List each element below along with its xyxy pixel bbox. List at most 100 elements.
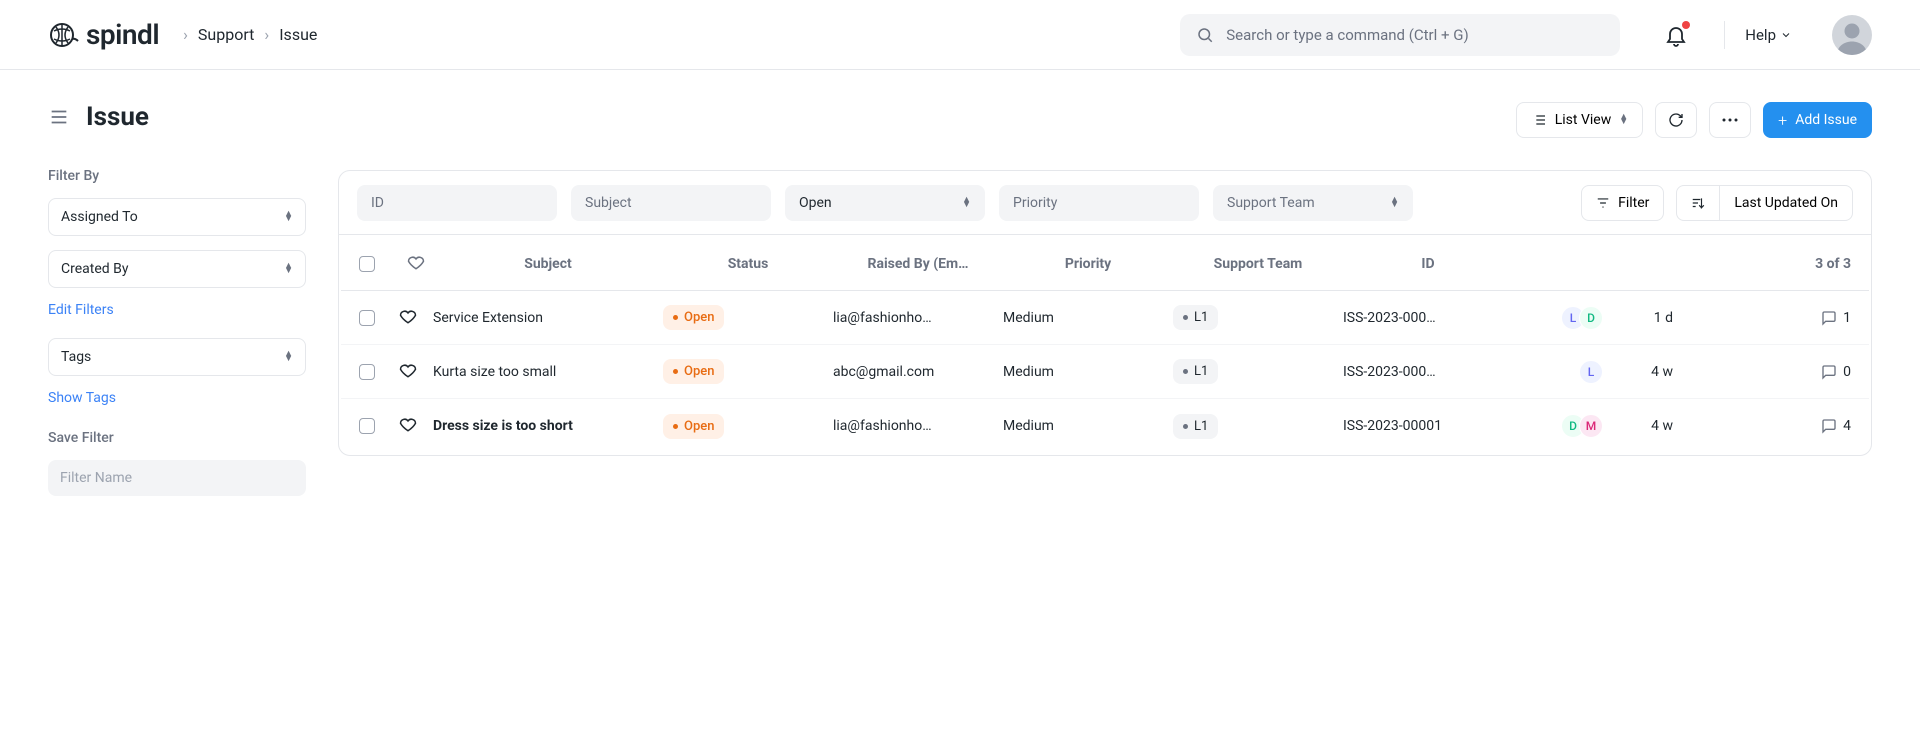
filter-status[interactable]: Open▲▼ xyxy=(785,185,985,221)
sort-arrows-icon: ▲▼ xyxy=(284,352,293,362)
table-row[interactable]: Service Extension Open lia@fashionho… Me… xyxy=(341,291,1869,345)
heart-icon[interactable] xyxy=(399,361,417,379)
filter-team[interactable]: Support Team▲▼ xyxy=(1213,185,1413,221)
cell-id: ISS-2023-000… xyxy=(1343,364,1513,380)
filter-button[interactable]: Filter xyxy=(1581,185,1664,221)
filter-priority[interactable]: Priority xyxy=(999,185,1199,221)
notifications-button[interactable] xyxy=(1664,23,1688,47)
heart-icon[interactable] xyxy=(407,253,425,271)
comment-count: 1 xyxy=(1843,310,1851,326)
breadcrumb-issue[interactable]: Issue xyxy=(279,25,317,44)
logo[interactable]: spindl xyxy=(48,18,159,51)
cell-comments[interactable]: 4 xyxy=(1673,418,1851,434)
heart-icon[interactable] xyxy=(399,307,417,325)
breadcrumb: › Support › Issue xyxy=(183,25,317,44)
row-checkbox[interactable] xyxy=(359,418,375,434)
yarn-icon xyxy=(48,19,80,51)
comment-icon xyxy=(1821,310,1837,326)
edit-filters-link[interactable]: Edit Filters xyxy=(48,302,306,318)
table-row[interactable]: Kurta size too small Open abc@gmail.com … xyxy=(341,345,1869,399)
row-checkbox[interactable] xyxy=(359,310,375,326)
assignee-avatar: D xyxy=(1579,306,1603,330)
col-status[interactable]: Status xyxy=(663,256,833,272)
issues-table: Subject Status Raised By (Em… Priority S… xyxy=(339,235,1871,455)
refresh-icon xyxy=(1668,112,1684,128)
sort-field[interactable]: Last Updated On xyxy=(1719,185,1853,221)
comment-icon xyxy=(1821,364,1837,380)
menu-icon[interactable] xyxy=(48,106,70,128)
add-issue-label: Add Issue xyxy=(1795,112,1857,128)
add-issue-button[interactable]: + Add Issue xyxy=(1763,102,1872,138)
sort-arrows-icon: ▲▼ xyxy=(284,212,293,222)
cell-comments[interactable]: 1 xyxy=(1673,310,1851,326)
page-toolbar: List View ▲▼ + Add Issue xyxy=(338,102,1872,138)
main-content: List View ▲▼ + Add Issue ID Subject Open… xyxy=(338,102,1872,496)
more-button[interactable] xyxy=(1709,102,1751,138)
heart-icon[interactable] xyxy=(399,415,417,433)
cell-time: 4 w xyxy=(1603,364,1673,380)
sort-button[interactable] xyxy=(1676,185,1720,221)
cell-comments[interactable]: 0 xyxy=(1673,364,1851,380)
cell-priority: Medium xyxy=(1003,364,1173,380)
view-switcher[interactable]: List View ▲▼ xyxy=(1516,102,1643,138)
col-raised-by[interactable]: Raised By (Em… xyxy=(833,256,1003,272)
select-all-checkbox[interactable] xyxy=(359,256,375,272)
filter-name-input[interactable] xyxy=(48,460,306,496)
cell-priority: Medium xyxy=(1003,418,1173,434)
status-badge: Open xyxy=(663,414,724,439)
col-priority[interactable]: Priority xyxy=(1003,256,1173,272)
sort-arrows-icon: ▲▼ xyxy=(1390,198,1399,208)
show-tags-link[interactable]: Show Tags xyxy=(48,390,306,406)
comment-count: 0 xyxy=(1843,364,1851,380)
person-icon xyxy=(1834,19,1870,55)
cell-id: ISS-2023-00001 xyxy=(1343,418,1513,434)
assigned-to-select[interactable]: Assigned To ▲▼ xyxy=(48,198,306,236)
sort-arrows-icon: ▲▼ xyxy=(1619,115,1628,125)
cell-raised-by: lia@fashionho… xyxy=(833,418,1003,434)
team-badge: L1 xyxy=(1173,414,1218,439)
cell-raised-by: abc@gmail.com xyxy=(833,364,1003,380)
breadcrumb-support[interactable]: Support xyxy=(198,25,254,44)
refresh-button[interactable] xyxy=(1655,102,1697,138)
col-id[interactable]: ID xyxy=(1343,256,1513,272)
top-bar: spindl › Support › Issue Help xyxy=(0,0,1920,70)
col-subject[interactable]: Subject xyxy=(433,256,663,272)
comment-count: 4 xyxy=(1843,418,1851,434)
row-checkbox[interactable] xyxy=(359,364,375,380)
cell-subject[interactable]: Service Extension xyxy=(433,310,663,326)
cell-avatars: LD xyxy=(1513,306,1603,330)
user-avatar[interactable] xyxy=(1832,15,1872,55)
table-header-row: Subject Status Raised By (Em… Priority S… xyxy=(341,237,1869,291)
cell-subject[interactable]: Dress size is too short xyxy=(433,418,663,434)
status-badge: Open xyxy=(663,359,724,384)
dots-icon xyxy=(1722,118,1738,122)
filter-id[interactable]: ID xyxy=(357,185,557,221)
tags-select[interactable]: Tags ▲▼ xyxy=(48,338,306,376)
col-team[interactable]: Support Team xyxy=(1173,256,1343,272)
search-input[interactable] xyxy=(1226,26,1604,44)
cell-time: 4 w xyxy=(1603,418,1673,434)
help-menu[interactable]: Help xyxy=(1724,21,1800,49)
cell-priority: Medium xyxy=(1003,310,1173,326)
filter-subject[interactable]: Subject xyxy=(571,185,771,221)
search-box[interactable] xyxy=(1180,14,1620,56)
comment-icon xyxy=(1821,418,1837,434)
filter-by-heading: Filter By xyxy=(48,168,306,184)
created-by-select[interactable]: Created By ▲▼ xyxy=(48,250,306,288)
chevron-right-icon: › xyxy=(183,25,188,44)
cell-subject[interactable]: Kurta size too small xyxy=(433,364,663,380)
cell-raised-by: lia@fashionho… xyxy=(833,310,1003,326)
sort-desc-icon xyxy=(1691,196,1705,210)
sort-arrows-icon: ▲▼ xyxy=(284,264,293,274)
created-by-label: Created By xyxy=(61,261,128,277)
table-row[interactable]: Dress size is too short Open lia@fashion… xyxy=(341,399,1869,453)
chevron-right-icon: › xyxy=(264,25,269,44)
row-count: 3 of 3 xyxy=(1673,256,1851,272)
save-filter-heading: Save Filter xyxy=(48,430,306,446)
team-badge: L1 xyxy=(1173,305,1218,330)
cell-id: ISS-2023-000… xyxy=(1343,310,1513,326)
table-filter-bar: ID Subject Open▲▼ Priority Support Team▲… xyxy=(339,171,1871,235)
list-icon xyxy=(1531,112,1547,128)
notification-dot xyxy=(1682,21,1690,29)
page-title: Issue xyxy=(86,102,149,132)
